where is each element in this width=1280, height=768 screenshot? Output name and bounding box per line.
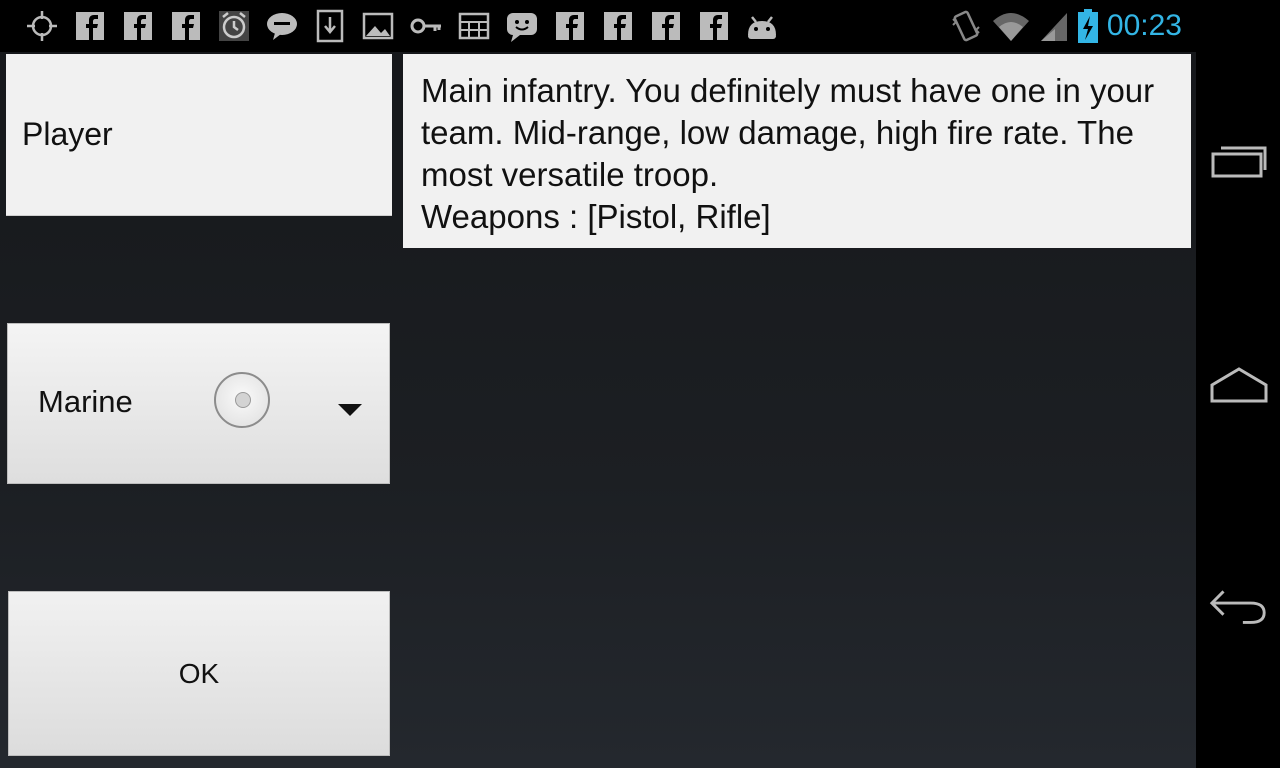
facebook-icon — [114, 8, 162, 44]
back-icon[interactable] — [1208, 580, 1270, 630]
battery-charging-icon — [1077, 8, 1099, 44]
description-text: Main infantry. You definitely must have … — [421, 72, 1155, 193]
grid-icon — [450, 8, 498, 44]
system-icons: 00:23 — [941, 6, 1182, 46]
facebook-icon — [594, 8, 642, 44]
alarm-icon — [210, 8, 258, 44]
status-bar: 00:23 — [0, 0, 1196, 52]
ok-button-label: OK — [178, 657, 220, 689]
chat-face-icon — [498, 8, 546, 44]
wifi-icon — [991, 9, 1031, 43]
image-icon — [354, 8, 402, 44]
download-icon — [306, 8, 354, 44]
android-icon — [738, 8, 786, 44]
app-content: Player Main infantry. You definitely mus… — [0, 52, 1196, 768]
signal-icon — [1039, 9, 1069, 43]
radio-dot — [235, 392, 251, 408]
facebook-icon — [66, 8, 114, 44]
status-clock: 00:23 — [1106, 9, 1182, 42]
vibrate-icon — [949, 9, 983, 43]
ok-button[interactable]: OK — [8, 591, 390, 756]
recent-apps-icon[interactable] — [1208, 135, 1270, 185]
radio-button-icon — [214, 372, 270, 428]
player-name-value: Player — [22, 116, 113, 152]
facebook-icon — [546, 8, 594, 44]
player-name-field[interactable]: Player — [6, 54, 392, 216]
facebook-icon — [162, 8, 210, 44]
unit-type-spinner[interactable]: Marine — [7, 323, 390, 484]
unit-description: Main infantry. You definitely must have … — [403, 54, 1191, 248]
notification-icons — [18, 8, 786, 44]
chat-icon — [258, 8, 306, 44]
spinner-selected-value: Marine — [38, 384, 133, 419]
facebook-icon — [642, 8, 690, 44]
facebook-icon — [690, 8, 738, 44]
key-icon — [402, 8, 450, 44]
navigation-bar — [1196, 0, 1280, 768]
home-icon[interactable] — [1208, 360, 1270, 410]
dropdown-arrow-icon — [338, 404, 362, 416]
description-weapons: Weapons : [Pistol, Rifle] — [421, 198, 771, 235]
gps-icon — [18, 8, 66, 44]
